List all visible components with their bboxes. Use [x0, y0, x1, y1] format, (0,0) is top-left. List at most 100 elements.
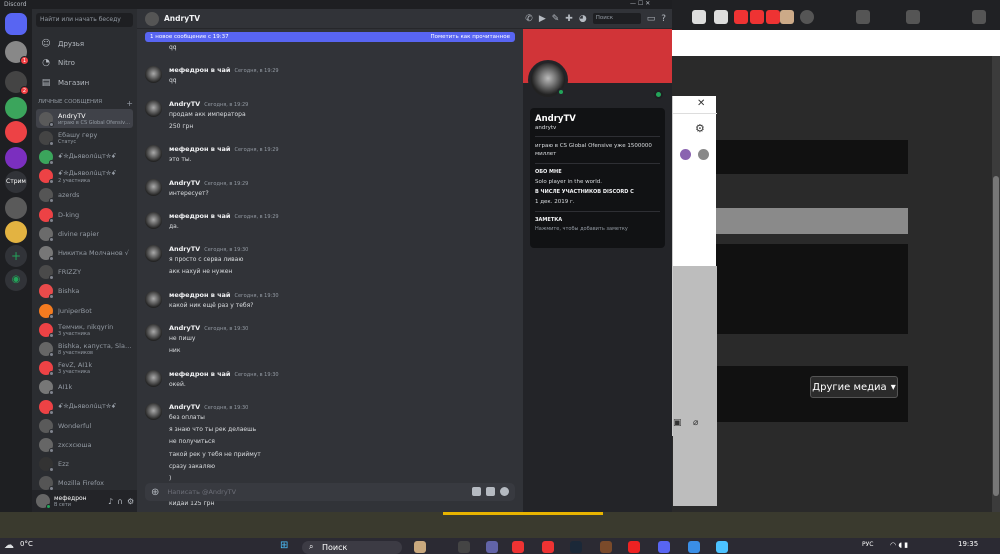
app-icon[interactable]	[414, 541, 426, 553]
avatar[interactable]	[145, 290, 162, 308]
window-controls[interactable]: — ☐ ✕	[630, 0, 650, 7]
popup-close-icon[interactable]: ✕	[697, 98, 705, 109]
mark-as-read-button[interactable]: Пометить как прочитанное	[430, 34, 510, 40]
server-icon[interactable]	[5, 197, 27, 219]
avatar[interactable]	[145, 369, 162, 387]
dm-item[interactable]: FevZ, AI1k 3 участника	[36, 359, 133, 378]
message-author[interactable]: мефедрон в чай	[169, 212, 230, 220]
pin-icon[interactable]: ✎	[552, 14, 560, 24]
youtube-tab-icon[interactable]	[734, 10, 748, 24]
message-composer[interactable]: ⊕ Написать @AndryTV	[145, 483, 515, 501]
other-media-button[interactable]: Другие медиа ▾	[810, 376, 898, 398]
app-icon[interactable]	[716, 541, 728, 553]
message-author[interactable]: AndryTV	[169, 100, 200, 108]
message-author[interactable]: мефедрон в чай	[169, 291, 230, 299]
sticker-icon[interactable]	[486, 487, 495, 496]
dm-item[interactable]: Темчик, nikqyrin 3 участника	[36, 320, 133, 339]
dm-item[interactable]: FRIZZY	[36, 263, 133, 282]
server-icon[interactable]	[5, 147, 27, 169]
nav-friends[interactable]: ☺ Друзья	[36, 35, 133, 53]
start-icon[interactable]: ⊞	[280, 540, 288, 551]
clock[interactable]: 19:35	[958, 540, 978, 548]
help-icon[interactable]: ?	[661, 14, 666, 24]
nav-nitro[interactable]: ◔ Nitro	[36, 54, 133, 72]
minimize-icon[interactable]	[906, 10, 920, 24]
gif-icon[interactable]	[472, 487, 481, 496]
app-icon[interactable]	[542, 541, 554, 553]
save-icon[interactable]: ▣	[673, 418, 682, 428]
close-icon[interactable]	[972, 10, 986, 24]
discord-home-icon[interactable]	[5, 13, 27, 35]
eraser-icon[interactable]: ⌀	[693, 418, 698, 428]
dm-item[interactable]: ꗃ✮Дьяволúцт✮ꗃ	[36, 147, 133, 166]
profile-icon[interactable]: ◕	[579, 14, 587, 24]
language-indicator[interactable]: РУС	[862, 541, 873, 548]
tab-icon[interactable]	[714, 10, 728, 24]
gear-icon[interactable]: ⚙	[695, 122, 705, 135]
avatar[interactable]	[145, 211, 162, 229]
dm-item[interactable]: azerds	[36, 186, 133, 205]
weather-temp[interactable]: 0°C	[20, 540, 33, 548]
tabs-menu-icon[interactable]	[856, 10, 870, 24]
chat-search-input[interactable]: Поиск	[592, 13, 641, 24]
tab-icon[interactable]	[750, 10, 764, 24]
weather-icon[interactable]: ☁	[4, 540, 14, 551]
dm-item[interactable]: Ezz	[36, 455, 133, 474]
inbox-icon[interactable]: ▭	[647, 14, 656, 24]
avatar[interactable]	[36, 494, 51, 509]
new-tab-icon[interactable]	[800, 10, 814, 24]
add-server-icon[interactable]: +	[5, 245, 27, 267]
app-icon[interactable]	[600, 541, 612, 553]
message-author[interactable]: AndryTV	[169, 245, 200, 253]
app-icon[interactable]	[458, 541, 470, 553]
app-icon[interactable]	[512, 541, 524, 553]
gear-icon[interactable]: ⚙	[127, 497, 134, 506]
message-author[interactable]: мефедрон в чай	[169, 145, 230, 153]
dm-item[interactable]: Никитка Молчанов √	[36, 243, 133, 262]
nav-shop[interactable]: ▤ Магазин	[36, 74, 133, 92]
emoji-icon[interactable]	[500, 487, 509, 496]
server-icon[interactable]	[5, 221, 27, 243]
server-icon[interactable]	[5, 97, 27, 119]
dm-item[interactable]: ꗃ✮Дьяволúцт✮ꗃ 2 участника	[36, 167, 133, 186]
dm-item[interactable]: Wonderful	[36, 416, 133, 435]
avatar[interactable]	[145, 99, 162, 117]
message-author[interactable]: мефедрон в чай	[169, 66, 230, 74]
avatar[interactable]	[145, 324, 162, 341]
valorant-server-icon[interactable]	[5, 121, 27, 143]
color-dot[interactable]	[698, 149, 709, 160]
tray-icons[interactable]: ◠ ◖ ▮	[890, 541, 908, 549]
dm-item[interactable]: ꗃ✮Дьяволúцт✮ꗃ	[36, 397, 133, 416]
add-dm-button[interactable]: +	[126, 99, 133, 109]
message-author[interactable]: AndryTV	[169, 179, 200, 187]
add-friend-icon[interactable]: ✚	[565, 14, 573, 24]
message-input[interactable]: Написать @AndryTV	[167, 488, 236, 496]
message-author[interactable]: AndryTV	[169, 324, 200, 332]
microphone-icon[interactable]: ♪	[108, 497, 113, 506]
discord-taskbar-icon[interactable]	[658, 541, 670, 553]
dm-item[interactable]: D-king	[36, 205, 133, 224]
scrollbar-thumb[interactable]	[993, 176, 999, 496]
dm-item[interactable]: divine rapier	[36, 224, 133, 243]
new-messages-bar[interactable]: 1 новое сообщение с 19:37 Пометить как п…	[145, 32, 515, 42]
explore-icon[interactable]: ◉	[5, 269, 27, 291]
message-author[interactable]: мефедрон в чай	[169, 370, 230, 378]
dm-search-input[interactable]: Найти или начать беседу	[36, 13, 133, 27]
server-icon[interactable]: 1	[5, 41, 29, 65]
app-icon[interactable]	[688, 541, 700, 553]
note-input[interactable]: Нажмите, чтобы добавить заметку	[535, 226, 660, 232]
tab-icon[interactable]	[780, 10, 794, 24]
avatar[interactable]	[145, 245, 162, 263]
dm-item[interactable]: JuniperBot	[36, 301, 133, 320]
dm-item[interactable]: AI1k	[36, 378, 133, 397]
yandex-icon[interactable]	[628, 541, 640, 553]
attach-icon[interactable]: ⊕	[151, 487, 159, 498]
color-dot[interactable]	[680, 149, 691, 160]
dm-item[interactable]: zxcxcюша	[36, 435, 133, 454]
dm-item[interactable]: Ебашу геру Статус	[36, 128, 133, 147]
avatar[interactable]	[145, 178, 162, 196]
browser-scrollbar[interactable]	[992, 56, 1000, 512]
dm-item[interactable]: Bishka	[36, 282, 133, 301]
dm-item[interactable]: AndryTV играю в CS Global Ofensive y...	[36, 109, 133, 128]
video-icon[interactable]: ▶	[539, 14, 546, 24]
